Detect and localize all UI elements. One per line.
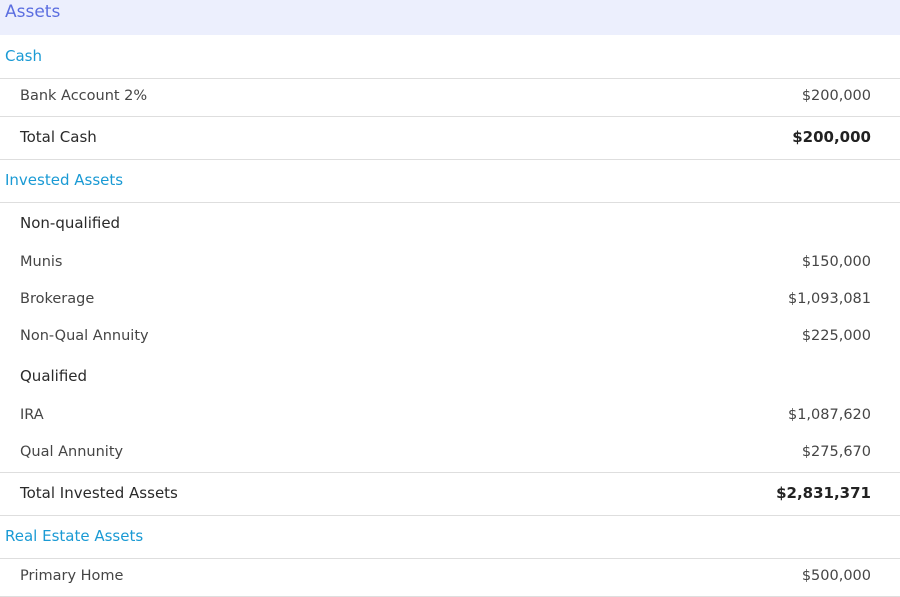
row-label-munis: Munis xyxy=(20,254,63,270)
divider xyxy=(0,515,900,516)
section-label-real-estate: Real Estate Assets xyxy=(5,527,144,545)
divider xyxy=(0,202,900,203)
row-value-brokerage: $1,093,081 xyxy=(787,291,871,307)
group-label-qualified: Qualified xyxy=(20,367,88,385)
assets-panel: Assets Cash Bank Account 2% $200,000 Tot… xyxy=(0,0,900,597)
assets-header: Assets xyxy=(0,0,900,35)
row-value-bank-account: $200,000 xyxy=(801,88,871,104)
row-label-qual-annunity: Qual Annunity xyxy=(20,444,124,460)
row-value-primary-home: $500,000 xyxy=(801,568,871,584)
row-value-ira: $1,087,620 xyxy=(787,407,871,423)
divider xyxy=(0,116,900,117)
total-invested-assets-label: Total Invested Assets xyxy=(20,484,178,502)
divider xyxy=(0,78,900,79)
assets-title: Assets xyxy=(5,2,61,22)
row-label-brokerage: Brokerage xyxy=(20,291,95,307)
row-label-bank-account: Bank Account 2% xyxy=(20,88,148,104)
total-invested-assets-value: $2,831,371 xyxy=(776,484,871,502)
total-cash-label: Total Cash xyxy=(20,128,97,146)
divider xyxy=(0,159,900,160)
divider xyxy=(0,558,900,559)
row-value-non-qual-annuity: $225,000 xyxy=(801,328,871,344)
divider xyxy=(0,472,900,473)
total-cash-value: $200,000 xyxy=(792,128,871,146)
row-label-ira: IRA xyxy=(20,407,44,423)
group-label-non-qualified: Non-qualified xyxy=(20,214,121,232)
row-value-munis: $150,000 xyxy=(801,254,871,270)
row-label-non-qual-annuity: Non-Qual Annuity xyxy=(20,328,149,344)
section-label-cash: Cash xyxy=(5,47,42,65)
row-value-qual-annunity: $275,670 xyxy=(801,444,871,460)
row-label-primary-home: Primary Home xyxy=(20,568,124,584)
section-label-invested-assets: Invested Assets xyxy=(5,171,124,189)
